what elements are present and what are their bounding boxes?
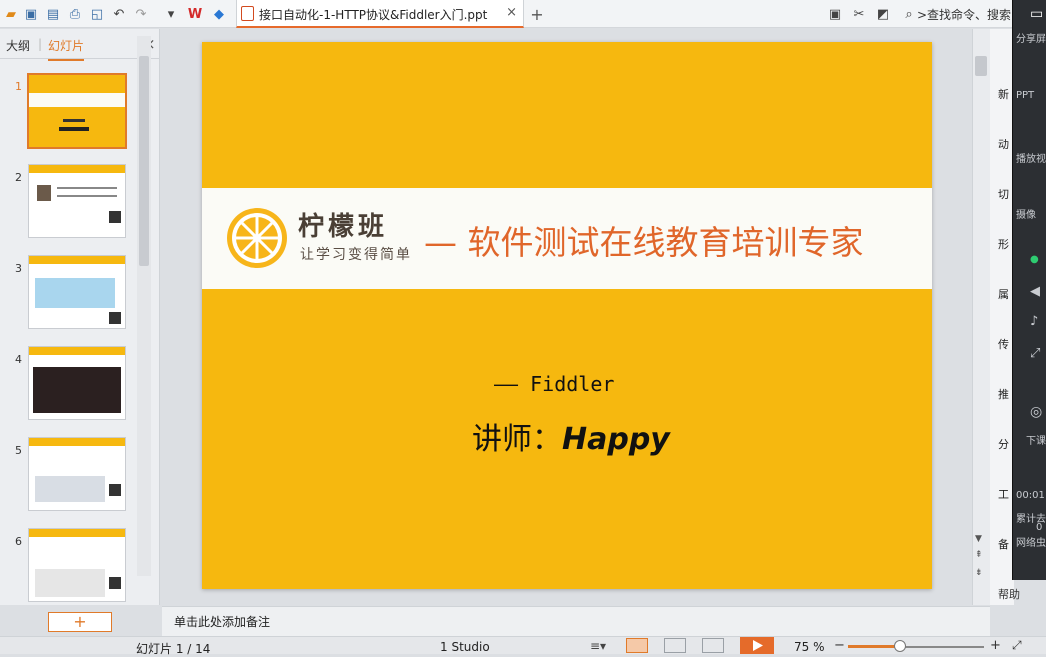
document-title: 接口自动化-1-HTTP协议&Fiddler入门.ppt	[259, 8, 488, 22]
music-icon[interactable]: ♪	[1030, 314, 1038, 329]
slide-number: 5	[15, 444, 22, 457]
task-animation[interactable]: 动	[998, 136, 1009, 152]
lemon-logo-icon	[227, 208, 287, 268]
slide-thumbnail-2[interactable]	[28, 164, 126, 238]
dropdown-icon[interactable]: ▾	[162, 5, 180, 23]
overlay-ppt[interactable]: PPT	[1016, 90, 1034, 101]
prev-slide-icon[interactable]: ⇞	[975, 550, 983, 560]
zoom-in-icon[interactable]: +	[990, 638, 1001, 653]
top-toolbar: ▰ ▣ ▤ ⎙ ◱ ↶ ↷ ▾ W ◆ 接口自动化-1-HTTP协议&Fiddl…	[0, 0, 1046, 28]
brand-slogan: 让学习变得简单	[300, 247, 412, 263]
task-shape[interactable]: 形	[998, 236, 1009, 252]
speaker-icon[interactable]: ◀	[1030, 284, 1040, 299]
export-icon[interactable]: ▤	[44, 5, 62, 23]
fit-window-icon[interactable]: ⤢	[1012, 638, 1022, 653]
task-backup[interactable]: 备	[998, 536, 1009, 552]
wps-logo-icon[interactable]: W	[186, 5, 204, 23]
slide-thumbnail-3[interactable]	[28, 255, 126, 329]
ppt-file-icon	[241, 6, 254, 21]
notes-placeholder[interactable]: 单击此处添加备注	[174, 613, 270, 630]
tab-slides[interactable]: 幻灯片	[48, 37, 85, 61]
zoom-slider-fill	[848, 645, 900, 648]
undo-icon[interactable]: ↶	[110, 5, 128, 23]
canvas-scrollbar[interactable]	[972, 29, 990, 605]
task-transition[interactable]: 切	[998, 186, 1009, 202]
mic-icon[interactable]: ●	[1030, 254, 1039, 265]
help-button[interactable]: 帮助	[998, 586, 1020, 602]
overlay-end-class[interactable]: 下课	[1026, 432, 1046, 447]
overlay-play-video[interactable]: 播放视	[1016, 150, 1046, 165]
slide-thumbnail-4[interactable]	[28, 346, 126, 420]
theme-name: 1 Studio	[440, 640, 490, 654]
overlay-share-screen[interactable]: 分享屏	[1016, 30, 1046, 45]
overlay-camera[interactable]: 摄像	[1016, 206, 1036, 221]
slide-number: 3	[15, 262, 22, 275]
task-properties[interactable]: 属	[998, 286, 1009, 302]
notes-pane[interactable]	[162, 606, 990, 636]
scroll-down-icon[interactable]: ▼	[975, 534, 982, 544]
next-slide-icon[interactable]: ⇟	[975, 568, 983, 578]
overlay-timer: 00:01	[1016, 490, 1045, 501]
task-recommend[interactable]: 推	[998, 386, 1009, 402]
slide-sorter-button[interactable]	[664, 638, 686, 653]
slide-number: 1	[15, 80, 22, 93]
brand-name: 柠檬班	[298, 212, 389, 242]
reading-view-button[interactable]	[702, 638, 724, 653]
current-slide[interactable]: 柠檬班 让学习变得简单 — 软件测试在线教育培训专家 —— Fiddler 讲师…	[202, 42, 932, 589]
cube-icon[interactable]: ◆	[210, 5, 228, 23]
slide-thumbnail-6[interactable]	[28, 528, 126, 602]
slide-tagline: — 软件测试在线教育培训专家	[424, 223, 864, 262]
subtitle-dash: ——	[494, 372, 519, 396]
print-preview-icon[interactable]: ◱	[88, 5, 106, 23]
fullscreen-icon[interactable]: ⤢	[1030, 346, 1040, 361]
slide-thumbnail-5[interactable]	[28, 437, 126, 511]
title-band: 柠檬班 让学习变得简单 — 软件测试在线教育培训专家	[202, 188, 932, 289]
document-tab[interactable]: 接口自动化-1-HTTP协议&Fiddler入门.ppt ×	[236, 0, 524, 28]
tools-icon[interactable]: ✂	[850, 5, 868, 23]
save-icon[interactable]: ▣	[22, 5, 40, 23]
slideshow-button[interactable]	[740, 637, 774, 654]
zoom-level[interactable]: 75 %	[794, 640, 825, 654]
task-share[interactable]: 分	[998, 436, 1009, 452]
slide-number: 2	[15, 171, 22, 184]
task-tools[interactable]: 工	[998, 486, 1009, 502]
search-command-input[interactable]: >查找命令、搜索	[917, 6, 1011, 23]
task-panel	[990, 29, 1014, 605]
subtitle-text: Fiddler	[530, 372, 615, 396]
tab-divider: |	[38, 37, 43, 51]
slide-subtitle: —— Fiddler	[494, 372, 614, 396]
task-upload[interactable]: 传	[998, 336, 1009, 352]
lecturer-name: Happy	[562, 422, 670, 457]
lecturer-label: 讲师：	[472, 422, 562, 457]
screen-icon[interactable]: ▣	[826, 5, 844, 23]
redo-icon[interactable]: ↷	[132, 5, 150, 23]
tab-outline[interactable]: 大纲	[6, 37, 30, 54]
slides-scroll-thumb[interactable]	[139, 56, 149, 266]
close-tab-icon[interactable]: ×	[506, 5, 517, 20]
slide-number: 4	[15, 353, 22, 366]
notes-toggle-icon[interactable]: ≡▾	[590, 639, 606, 653]
panel-tabs: 大纲 | 幻灯片 ×	[0, 29, 160, 61]
slide-counter: 幻灯片 1 / 14	[136, 642, 211, 656]
overlay-network: 网络虫	[1016, 538, 1046, 549]
print-icon[interactable]: ⎙	[66, 5, 84, 23]
overlay-count: 0	[1036, 522, 1043, 533]
add-slide-button[interactable]: +	[48, 612, 112, 632]
search-icon[interactable]: ⌕	[900, 5, 918, 23]
lecturer-line: 讲师：Happy	[472, 414, 670, 458]
task-new[interactable]: 新	[998, 86, 1009, 102]
slide-thumbnail-1[interactable]	[27, 73, 127, 149]
monitor-icon[interactable]: ▭	[1030, 6, 1043, 22]
zoom-slider-knob[interactable]	[894, 640, 906, 652]
normal-view-button[interactable]	[626, 638, 648, 653]
open-folder-icon[interactable]: ▰	[2, 5, 20, 23]
slide-number: 6	[15, 535, 22, 548]
skin-icon[interactable]: ◩	[874, 5, 892, 23]
zoom-out-icon[interactable]: −	[834, 638, 845, 653]
end-class-icon[interactable]: ◎	[1030, 404, 1042, 420]
canvas-scroll-thumb[interactable]	[975, 56, 987, 76]
new-tab-icon[interactable]: +	[528, 5, 546, 24]
